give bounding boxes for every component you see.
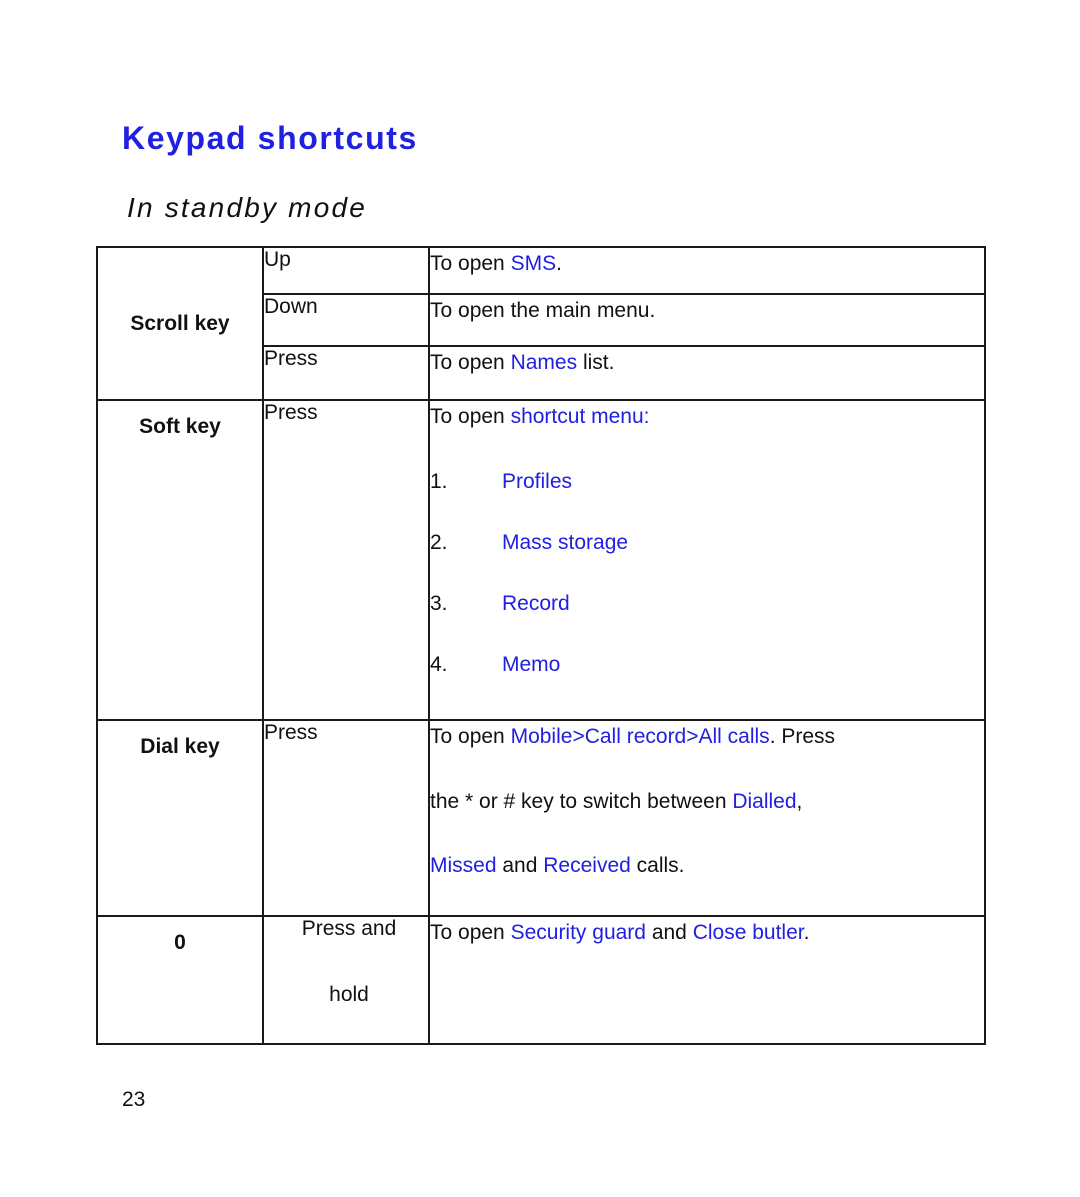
description-prefix: To open [430,252,511,275]
description-highlight-a: Security guard [510,921,646,944]
manual-page: Keypad shortcuts In standby mode Scroll … [0,0,1080,1197]
row-action-up: Up [262,246,430,295]
row-action-down: Down [262,293,430,347]
key-label: Soft key [139,415,221,438]
action-label: Down [264,295,318,318]
action-label-line2: hold [329,983,369,1006]
list-item: 3. Record [430,590,984,617]
action-label: Press [264,347,318,370]
key-label: Dial key [140,735,220,758]
list-item-label: Mass storage [502,530,629,554]
page-title: Keypad shortcuts [122,120,418,156]
line3-suffix: calls. [630,854,685,878]
row-description-up: To open SMS. [428,246,986,295]
description-suffix: . [803,921,810,944]
row-key-soft: Soft key [96,399,264,721]
description-suffix: . [556,252,562,275]
line3-middle: and [496,854,544,878]
description-prefix: To open [430,405,511,428]
list-item: 2. Mass storage [430,529,984,556]
description-prefix: To open [430,921,511,944]
line2-highlight: Dialled [732,789,797,813]
description-highlight: Names [510,351,578,374]
keypad-shortcuts-table: Scroll key Up To open SMS. Down To open … [96,246,986,1045]
description-text: To open Names list. [430,347,984,380]
line2-prefix: the * or # key to switch between [430,789,733,813]
row-key-scroll: Scroll key [96,246,264,401]
row-action-zero: Press and hold [262,915,430,1045]
description-text: To open SMS. [430,248,984,281]
description-prefix: To open [430,351,511,374]
list-item-number: 1. [430,469,448,493]
line1-highlight: Mobile>Call record>All calls [510,725,770,748]
table-row: Scroll key Up To open SMS. [96,246,986,401]
description-highlight-b: Close butler [692,921,804,944]
line1-suffix: . Press [769,725,836,748]
description-text: To open Security guard and Close butler. [430,917,984,950]
description-prefix: To open the main menu. [430,299,656,322]
table-row: Dial key Press To open Mobile>Call recor… [96,719,986,917]
row-key-dial: Dial key [96,719,264,917]
description-highlight: SMS [510,252,557,275]
description-line-2: the * or # key to switch between Dialled… [430,786,984,819]
action-label: Press [264,721,318,744]
list-item-label: Record [502,592,570,616]
list-item-label: Profiles [502,469,573,493]
row-description-press: To open Names list. [428,345,986,401]
row-key-zero: 0 [96,915,264,1045]
table-row: 0 Press and hold To open Security guard … [96,915,986,1045]
table-row: Soft key Press To open shortcut menu: 1.… [96,399,986,721]
action-label-line1: Press and [301,917,397,940]
key-label: 0 [174,931,186,954]
action-label: Up [264,248,291,271]
description-middle: and [645,921,693,944]
row-action-soft: Press [262,399,430,721]
list-item-number: 2. [430,530,448,554]
line2-suffix: , [796,789,803,813]
key-label: Scroll key [130,311,230,335]
shortcut-menu-list: 1. Profiles 2. Mass storage 3. Record 4. Mem… [430,468,984,679]
row-action-dial: Press [262,719,430,917]
row-description-soft: To open shortcut menu: 1. Profiles 2. Mass… [428,399,986,721]
description-text: To open the main menu. [430,295,984,328]
line3-highlight-b: Received [543,854,631,878]
line3-highlight-a: Missed [430,854,497,878]
row-action-press: Press [262,345,430,401]
row-description-down: To open the main menu. [428,293,986,347]
page-number: 23 [122,1088,146,1111]
page-subtitle: In standby mode [127,192,368,223]
list-item: 1. Profiles [430,468,984,495]
list-item-label: Memo [502,653,561,677]
description-text: To open shortcut menu: [430,401,984,434]
list-item-number: 4. [430,653,448,677]
row-description-dial: To open Mobile>Call record>All calls. Pr… [428,719,986,917]
description-suffix: list. [577,351,615,374]
description-line-3: Missed and Received calls. [430,850,984,883]
action-label: Press [264,401,318,424]
list-item: 4. Memo [430,651,984,678]
list-item-number: 3. [430,592,448,616]
line1-prefix: To open [430,725,511,748]
description-line-1: To open Mobile>Call record>All calls. Pr… [430,721,984,754]
row-description-zero: To open Security guard and Close butler. [428,915,986,1045]
description-highlight: shortcut menu: [510,405,650,428]
